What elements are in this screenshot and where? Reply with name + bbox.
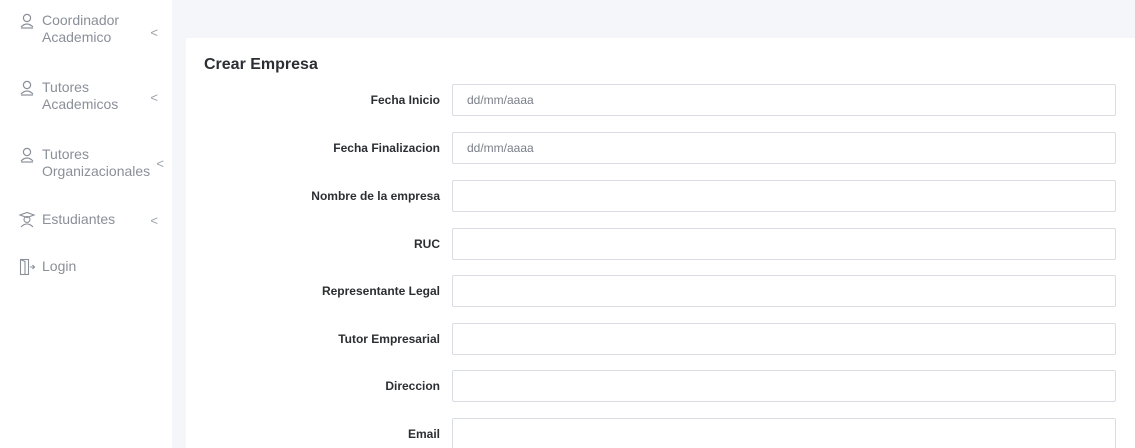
email-field[interactable] (452, 418, 1116, 448)
form-row-email: Email (186, 418, 1135, 448)
sidebar-item-tutores-organizacionales[interactable]: Tutores Organizacionales < (18, 146, 168, 180)
business-tutor-field[interactable] (452, 323, 1116, 355)
chevron-left-icon: < (150, 213, 158, 228)
sidebar-item-label: Estudiantes (42, 211, 116, 227)
ruc-field[interactable] (452, 228, 1116, 260)
company-name-field[interactable] (452, 180, 1116, 212)
create-company-form: Crear Empresa Fecha Inicio Fecha Finaliz… (186, 38, 1135, 448)
chevron-left-icon: < (150, 25, 158, 40)
address-field[interactable] (452, 370, 1116, 402)
form-row-ruc: RUC (186, 228, 1135, 262)
sidebar-item-label: Coordinador Academico (42, 12, 120, 45)
sidebar: Coordinador Academico < Tutores Academic… (0, 0, 172, 448)
chevron-left-icon: < (156, 156, 164, 171)
end-date-field[interactable] (452, 132, 1116, 164)
field-label: Tutor Empresarial (338, 332, 440, 346)
person-icon (18, 146, 36, 164)
field-label: Fecha Finalizacion (333, 141, 440, 155)
sidebar-item-tutores-academicos[interactable]: Tutores Academicos < (18, 79, 168, 113)
student-icon (18, 211, 36, 229)
sidebar-item-login[interactable]: Login (18, 258, 168, 276)
sidebar-item-coordinador-academico[interactable]: Coordinador Academico < (18, 12, 168, 46)
form-row-nombre-empresa: Nombre de la empresa (186, 180, 1135, 214)
form-row-tutor-empresarial: Tutor Empresarial (186, 323, 1135, 357)
sidebar-item-label: Tutores Organizacionales (42, 146, 151, 179)
field-label: Email (407, 427, 440, 441)
form-row-fecha-inicio: Fecha Inicio (186, 84, 1135, 118)
main-content: Crear Empresa Fecha Inicio Fecha Finaliz… (172, 0, 1135, 448)
form-row-fecha-finalizacion: Fecha Finalizacion (186, 132, 1135, 166)
field-label: Nombre de la empresa (311, 189, 440, 203)
person-icon (18, 79, 36, 97)
form-row-direccion: Direccion (186, 370, 1135, 404)
person-icon (18, 12, 36, 30)
sidebar-item-estudiantes[interactable]: Estudiantes < (18, 211, 168, 229)
field-label: Representante Legal (321, 284, 440, 298)
field-label: Direccion (385, 379, 440, 393)
door-exit-icon (18, 258, 36, 276)
field-label: RUC (414, 237, 440, 251)
sidebar-item-label: Login (42, 258, 77, 274)
legal-representative-field[interactable] (452, 275, 1116, 307)
form-row-representante-legal: Representante Legal (186, 275, 1135, 309)
field-label: Fecha Inicio (370, 93, 440, 107)
start-date-field[interactable] (452, 84, 1116, 116)
app-window: Coordinador Academico < Tutores Academic… (0, 0, 1135, 448)
sidebar-item-label: Tutores Academicos (42, 79, 119, 112)
form-title: Crear Empresa (204, 56, 318, 73)
chevron-left-icon: < (150, 90, 158, 105)
